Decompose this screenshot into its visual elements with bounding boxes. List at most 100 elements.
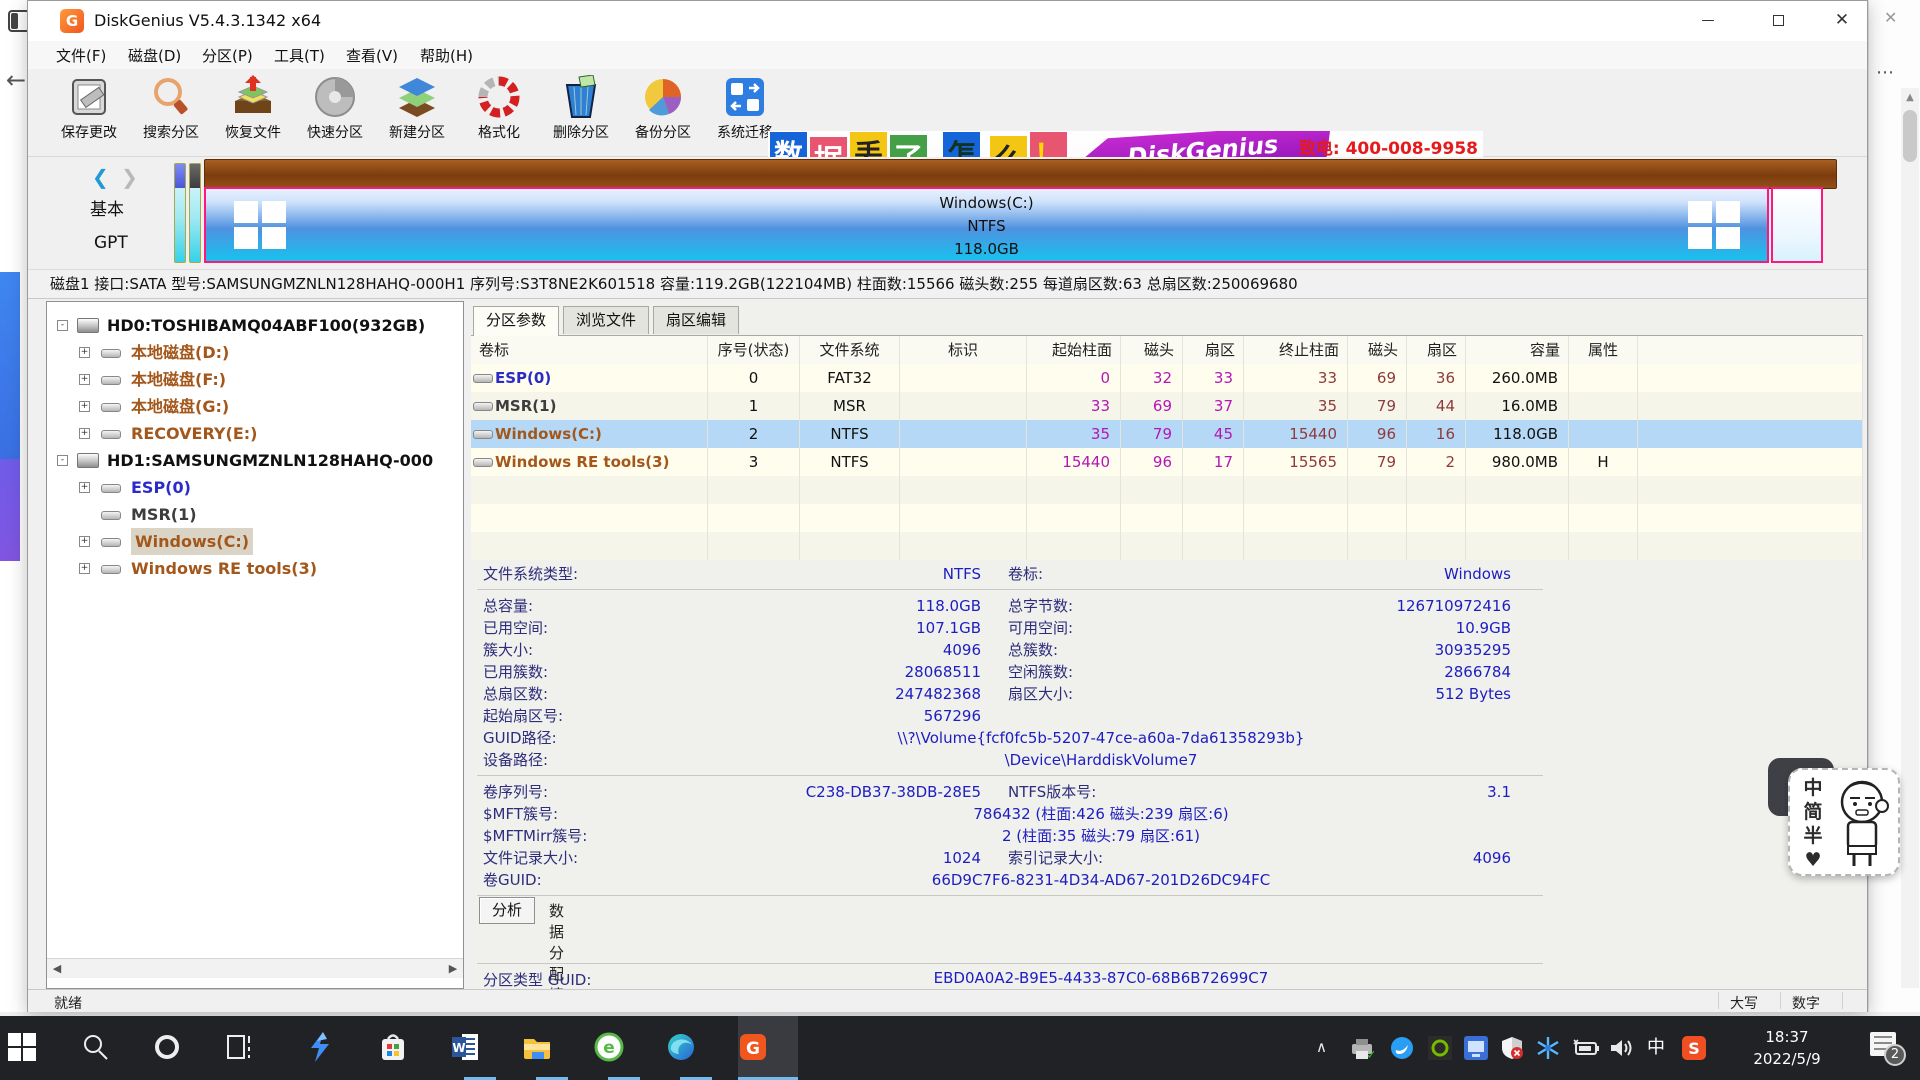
msr-partition-bar[interactable] (189, 163, 201, 263)
taskbar-clock[interactable]: 18:37 2022/5/9 (1732, 1026, 1842, 1070)
clock-date: 2022/5/9 (1732, 1048, 1842, 1070)
status-ready: 就绪 (54, 993, 82, 1013)
taskbar-search-button[interactable] (80, 1016, 140, 1080)
expand-icon[interactable]: - (57, 455, 68, 466)
tab-browse-files[interactable]: 浏览文件 (563, 306, 649, 334)
start-button[interactable] (8, 1016, 68, 1080)
search-partition-button[interactable]: 搜索分区 (128, 73, 214, 153)
menu-disk[interactable]: 磁盘(D) (128, 45, 181, 66)
taskbar-app-edge[interactable] (666, 1016, 726, 1080)
taskbar-app-diskgenius[interactable]: G (738, 1016, 798, 1080)
detail-row: 已用空间:107.1GB 可用空间:10.9GB (471, 617, 1863, 639)
scroll-left-icon[interactable]: ◀ (47, 959, 67, 978)
table-row-msr[interactable]: MSR(1) 1MSR 336937 357944 16.0MB (471, 392, 1863, 420)
expand-icon[interactable]: + (79, 374, 90, 385)
partition-icon (473, 458, 493, 467)
scrollbar-thumb[interactable] (1903, 110, 1917, 162)
scroll-up-icon[interactable]: ▲ (1901, 88, 1919, 108)
divider (477, 963, 1543, 964)
menu-help[interactable]: 帮助(H) (420, 45, 473, 66)
backup-partition-button[interactable]: 备份分区 (620, 73, 706, 153)
table-empty-row (471, 532, 1863, 560)
intel-gfx-icon[interactable] (1464, 1036, 1488, 1060)
quick-partition-icon (313, 75, 357, 119)
expand-icon[interactable]: + (79, 482, 90, 493)
expand-icon[interactable]: - (57, 320, 68, 331)
detail-row: 文件系统类型:NTFS 卷标:Windows (471, 563, 1863, 585)
partition-table: 卷标 序号(状态) 文件系统 标识 起始柱面 磁头 扇区 终止柱面 磁头 扇区 … (471, 336, 1863, 560)
tree-horizontal-scrollbar[interactable]: ◀ ▶ (47, 958, 463, 978)
next-disk-icon[interactable]: ❯ (121, 165, 138, 189)
expand-icon[interactable]: + (79, 347, 90, 358)
expand-icon[interactable]: + (79, 536, 90, 547)
close-button[interactable]: ✕ (1814, 1, 1870, 39)
diskgenius-logo-icon: G (60, 9, 84, 33)
partition-icon (101, 430, 121, 439)
expand-icon[interactable]: + (79, 401, 90, 412)
partition-icon (101, 565, 121, 574)
flash-icon (305, 1032, 335, 1062)
ime-zh-icon[interactable]: 中 (1644, 1036, 1668, 1060)
task-view-button[interactable] (224, 1016, 284, 1080)
action-center-button[interactable]: 2 (1868, 1032, 1902, 1062)
expand-icon[interactable]: + (79, 563, 90, 574)
volume-details: 文件系统类型:NTFS 卷标:Windows 总容量:118.0GB 总字节数:… (471, 559, 1863, 899)
browser-back-icon[interactable]: ← (6, 66, 26, 94)
scroll-right-icon[interactable]: ▶ (443, 959, 463, 978)
ime-status-panel[interactable]: 中简 半♥ (1788, 768, 1900, 876)
taskbar-app-store[interactable] (378, 1016, 438, 1080)
disk-bus-label: 基本 (90, 195, 124, 220)
partition-icon (101, 511, 121, 520)
search-partition-icon (149, 75, 193, 119)
status-capslock: 大写 (1730, 993, 1758, 1013)
speaker-icon[interactable] (1608, 1036, 1632, 1060)
browser-scrollbar[interactable]: ▲ (1901, 88, 1919, 988)
table-row-esp[interactable]: ESP(0) 0FAT32 03233 336936 260.0MB (471, 364, 1863, 392)
cortana-button[interactable] (152, 1016, 212, 1080)
table-row-windows-re[interactable]: Windows RE tools(3) 3NTFS 154409617 1556… (471, 448, 1863, 476)
recover-files-button[interactable]: 恢复文件 (210, 73, 296, 153)
delete-partition-button[interactable]: 删除分区 (538, 73, 624, 153)
expand-icon[interactable]: + (79, 428, 90, 439)
snowflake-icon[interactable] (1536, 1036, 1560, 1060)
minimize-button[interactable] (1680, 1, 1736, 39)
taskbar-app-flash[interactable] (305, 1016, 365, 1080)
nvidia-icon[interactable] (1428, 1036, 1452, 1060)
browser-more-icon[interactable]: ⋯ (1876, 62, 1895, 83)
disk-nav-arrows[interactable]: ❮ ❯ (92, 165, 138, 189)
word-icon: W (450, 1032, 480, 1062)
new-partition-button[interactable]: 新建分区 (374, 73, 460, 153)
taskbar-app-word[interactable]: W (450, 1016, 510, 1080)
taskbar-app-explorer[interactable] (522, 1016, 582, 1080)
save-changes-button[interactable]: 保存更改 (46, 73, 132, 153)
disk-strip[interactable] (204, 159, 1837, 189)
messenger-icon[interactable] (1390, 1036, 1414, 1060)
delete-partition-icon (559, 75, 603, 119)
menu-view[interactable]: 查看(V) (346, 45, 398, 66)
printer-icon[interactable]: ✓ (1350, 1036, 1374, 1060)
detail-row: 簇大小:4096 总簇数:30935295 (471, 639, 1863, 661)
tab-sector-edit[interactable]: 扇区编辑 (653, 306, 739, 334)
taskbar-app-browser360[interactable]: e (594, 1016, 654, 1080)
windows-c-partition-bar[interactable]: Windows(C:) NTFS 118.0GB (204, 187, 1769, 263)
windows-re-partition-bar[interactable] (1771, 187, 1823, 263)
esp-partition-bar[interactable] (174, 163, 186, 263)
menu-tools[interactable]: 工具(T) (274, 45, 325, 66)
detail-row: 已用簇数:28068511 空闲簇数:2866784 (471, 661, 1863, 683)
defender-icon[interactable] (1500, 1036, 1524, 1060)
chevron-up-icon[interactable]: ∧ (1316, 1038, 1340, 1062)
detail-row: 文件记录大小:1024 索引记录大小:4096 (471, 847, 1863, 869)
sogou-icon[interactable]: S (1682, 1036, 1706, 1060)
table-row-windows-c[interactable]: Windows(C:) 2NTFS 357945 154409616 118.0… (471, 420, 1863, 448)
menu-file[interactable]: 文件(F) (56, 45, 106, 66)
maximize-button[interactable] (1750, 1, 1806, 39)
menu-partition[interactable]: 分区(P) (202, 45, 253, 66)
battery-icon[interactable] (1572, 1036, 1596, 1060)
format-button[interactable]: 格式化 (456, 73, 542, 153)
quick-partition-button[interactable]: 快速分区 (292, 73, 378, 153)
analyze-button[interactable]: 分析 (479, 897, 535, 924)
prev-disk-icon[interactable]: ❮ (92, 165, 109, 189)
toolbar: 保存更改 搜索分区 恢复文件 快速分区 新建分区 (28, 69, 1867, 157)
browser-close-icon[interactable]: ✕ (1884, 8, 1897, 27)
tab-partition-params[interactable]: 分区参数 (473, 306, 559, 336)
